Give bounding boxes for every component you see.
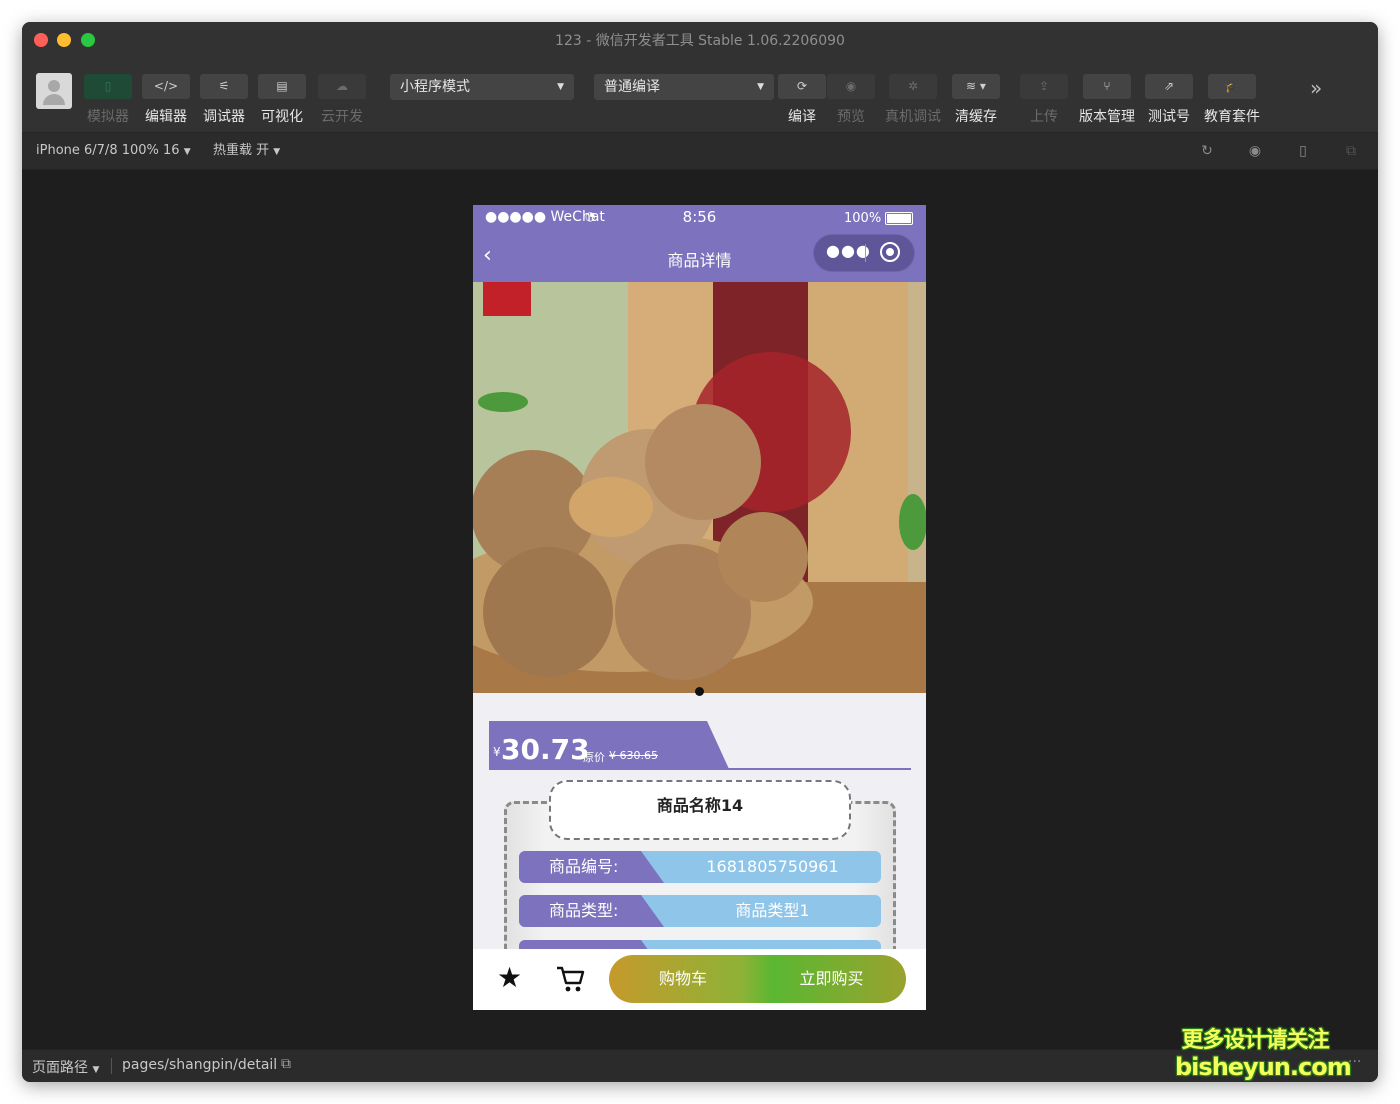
code-icon: </> xyxy=(142,74,190,99)
hot-reload-select[interactable]: 热重载 开 ▼ xyxy=(213,133,280,169)
chevron-down-icon: ▼ xyxy=(183,147,191,157)
eye-icon: ◉ xyxy=(827,74,875,99)
window-icon[interactable]: ⧉ xyxy=(1343,143,1359,159)
simulator-bar: iPhone 6/7/8 100% 16 ▼ 热重载 开 ▼ ↻ ◉ ▯ ⧉ xyxy=(22,133,1378,170)
upload-icon: ⇪ xyxy=(1020,74,1068,99)
cloud-icon: ☁ xyxy=(318,74,366,99)
cart-icon[interactable] xyxy=(555,965,585,993)
page-path-select[interactable]: 页面路径 ▼ xyxy=(32,1057,99,1077)
more-chevron-icon[interactable]: » xyxy=(1310,76,1322,100)
copy-icon[interactable]: ⧉ xyxy=(281,1056,291,1072)
page-path: pages/shangpin/detail xyxy=(122,1057,278,1073)
device-select[interactable]: iPhone 6/7/8 100% 16 ▼ xyxy=(36,133,191,169)
detail-row-code: 商品编号: 1681805750961 xyxy=(519,851,881,883)
phone-icon: ▯ xyxy=(84,74,132,99)
external-link-icon: ⇗ xyxy=(1145,74,1193,99)
titlebar: 123 - 微信开发者工具 Stable 1.06.2206090 xyxy=(22,22,1378,60)
original-price: ¥ 630.65 xyxy=(609,749,658,762)
add-to-cart-button[interactable]: 购物车 xyxy=(609,955,757,1003)
remote-debug-button[interactable]: ✲ 真机调试 xyxy=(883,74,943,126)
avatar[interactable] xyxy=(36,73,72,109)
chevron-down-icon: ▼ xyxy=(92,1065,100,1075)
cloud-dev-button[interactable]: ☁ 云开发 xyxy=(312,74,372,126)
layers-icon: ≋ ▾ xyxy=(952,74,1000,99)
simulator-screen: ●●●●● WeChat ◔ 8:56 100% ‹ 商品详情 ●●● ¥ 30… xyxy=(473,205,926,1010)
education-kit-button[interactable]: 🎓 教育套件 xyxy=(1202,74,1262,126)
carousel-indicator[interactable] xyxy=(695,687,704,696)
walnut-giftbox-image xyxy=(473,282,926,693)
close-target-icon[interactable] xyxy=(880,242,900,262)
status-bar: ●●●●● WeChat ◔ 8:56 100% xyxy=(473,205,926,231)
upload-button[interactable]: ⇪ 上传 xyxy=(1014,74,1074,126)
current-price: 30.73 xyxy=(501,733,590,766)
refresh-icon: ⟳ xyxy=(778,74,826,99)
mode-select[interactable]: 小程序模式 ▼ xyxy=(390,74,574,100)
chevron-down-icon: ▼ xyxy=(557,82,564,92)
bug-icon: ✲ xyxy=(889,74,937,99)
debugger-button[interactable]: ⚟ 调试器 xyxy=(194,74,254,126)
branch-icon: ⑂ xyxy=(1083,74,1131,99)
purchase-pill: 购物车 立即购买 xyxy=(609,955,906,1003)
test-account-button[interactable]: ⇗ 测试号 xyxy=(1139,74,1199,126)
rotate-icon[interactable]: ↻ xyxy=(1199,143,1215,159)
capsule-menu: ●●● xyxy=(813,234,915,272)
devtools-window: 123 - 微信开发者工具 Stable 1.06.2206090 ▯ 模拟器 … xyxy=(22,22,1378,1082)
buy-now-button[interactable]: 立即购买 xyxy=(757,955,906,1003)
star-icon[interactable]: ★ xyxy=(497,961,522,994)
graduation-cap-icon: 🎓 xyxy=(1208,74,1256,99)
compile-mode-select[interactable]: 普通编译 ▼ xyxy=(594,74,774,100)
chevron-down-icon: ▼ xyxy=(757,82,764,92)
clear-cache-button[interactable]: ≋ ▾ 清缓存 xyxy=(946,74,1006,126)
record-icon[interactable]: ◉ xyxy=(1247,143,1263,159)
visual-button[interactable]: ▤ 可视化 xyxy=(252,74,312,126)
watermark: 更多设计请关注 bisheyun.com xyxy=(1175,1028,1352,1081)
product-image[interactable] xyxy=(473,282,926,693)
bottom-action-bar: ★ 购物车 立即购买 xyxy=(473,949,926,1010)
price-band: ¥ 30.73 原价 ¥ 630.65 xyxy=(489,721,729,769)
product-name-box: 商品名称14 xyxy=(549,780,851,840)
main-toolbar: ▯ 模拟器 </> 编辑器 ⚟ 调试器 ▤ 可视化 ☁ 云开发 小程序模式 ▼ … xyxy=(22,60,1378,133)
sliders-icon: ⚟ xyxy=(200,74,248,99)
version-management-button[interactable]: ⑂ 版本管理 xyxy=(1076,74,1138,126)
chevron-down-icon: ▼ xyxy=(273,147,281,157)
mini-program-navbar: ●●●●● WeChat ◔ 8:56 100% ‹ 商品详情 ●●● xyxy=(473,205,926,282)
simulator-button[interactable]: ▯ 模拟器 xyxy=(78,74,138,126)
window-title: 123 - 微信开发者工具 Stable 1.06.2206090 xyxy=(555,33,845,49)
layout-icon: ▤ xyxy=(258,74,306,99)
editor-button[interactable]: </> 编辑器 xyxy=(136,74,196,126)
detail-row-type: 商品类型: 商品类型1 xyxy=(519,895,881,927)
preview-button[interactable]: ◉ 预览 xyxy=(821,74,881,126)
phone-icon[interactable]: ▯ xyxy=(1295,143,1311,159)
battery-icon xyxy=(885,212,913,225)
product-name: 商品名称14 xyxy=(656,796,744,815)
